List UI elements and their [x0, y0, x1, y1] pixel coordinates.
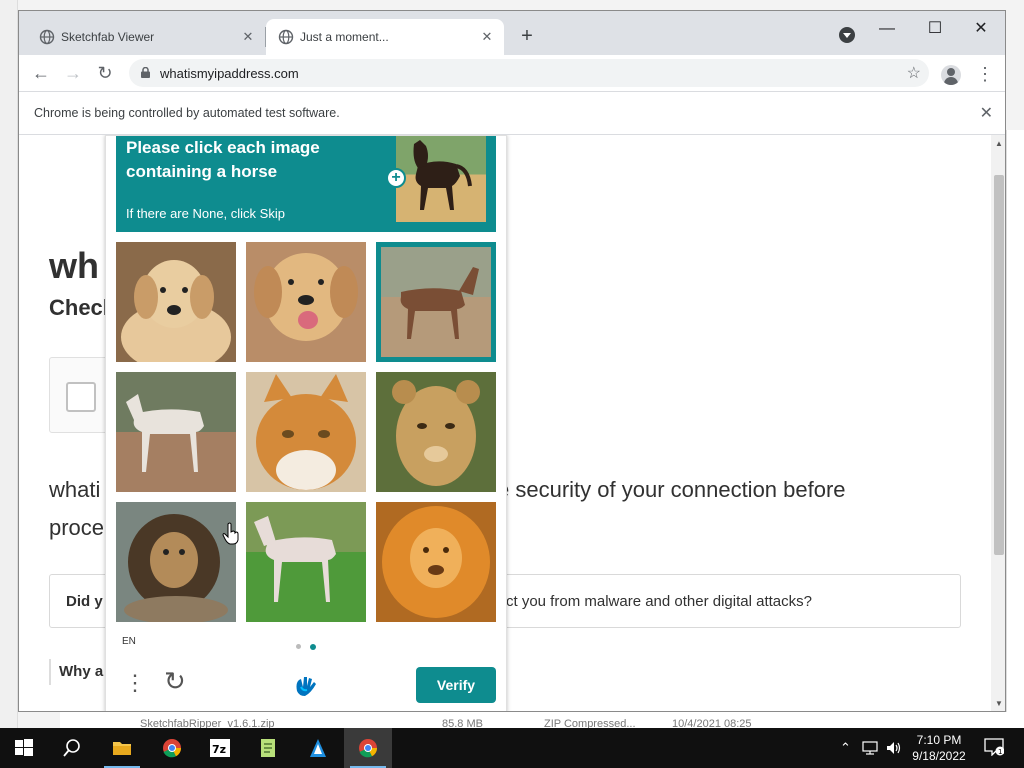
- profile-avatar-icon[interactable]: [941, 65, 961, 85]
- page-indicator: [296, 644, 316, 650]
- notepad-icon: [261, 739, 275, 757]
- url-text: whatismyipaddress.com: [160, 66, 299, 81]
- start-button[interactable]: [0, 728, 48, 768]
- globe-icon: [39, 29, 55, 45]
- close-window-button[interactable]: ✕: [961, 15, 1001, 43]
- infobar-text: Chrome is being controlled by automated …: [34, 106, 340, 120]
- chrome-taskbar-button[interactable]: [148, 728, 196, 768]
- tab-close-icon[interactable]: ✕: [478, 28, 496, 46]
- search-button[interactable]: [48, 728, 96, 768]
- why-section-heading: Why a: [49, 659, 103, 685]
- notification-count: 1: [998, 748, 1002, 756]
- tab-just-a-moment[interactable]: Just a moment... ✕: [266, 19, 504, 55]
- clock-time: 7:10 PM: [916, 733, 962, 747]
- chrome-active-button[interactable]: [344, 728, 392, 768]
- captcha-tile-7[interactable]: [116, 502, 236, 622]
- captcha-prompt-header: Please click each image containing a hor…: [116, 136, 496, 232]
- scroll-down-arrow-icon[interactable]: ▼: [995, 699, 1003, 708]
- folder-icon: [113, 742, 131, 755]
- scroll-thumb[interactable]: [994, 175, 1004, 555]
- chevron-up-icon[interactable]: ⌃: [840, 740, 851, 756]
- page-heading: wh: [49, 245, 99, 286]
- forward-arrow-icon[interactable]: →: [61, 61, 85, 85]
- captcha-tile-3-selected[interactable]: [376, 242, 496, 362]
- taskbar-clock[interactable]: 7:10 PM 9/18/2022: [906, 732, 972, 764]
- search-icon: [63, 739, 80, 757]
- globe-icon: [278, 29, 294, 45]
- tab-title: Sketchfab Viewer: [61, 30, 155, 44]
- volume-icon[interactable]: [886, 741, 902, 755]
- windows-taskbar: 7z ⌃ 7:10 PM 9/18/2022 1: [0, 728, 1024, 768]
- captcha-hint: If there are None, click Skip: [126, 206, 285, 221]
- captcha-tile-6[interactable]: [376, 372, 496, 492]
- info-card-title: Did y: [66, 593, 103, 610]
- reload-icon[interactable]: ↻: [93, 61, 117, 85]
- language-selector[interactable]: EN: [122, 636, 136, 647]
- captcha-tile-4[interactable]: [116, 372, 236, 492]
- page-paragraph-start: whati: [49, 477, 101, 502]
- windows-logo-icon: [15, 739, 33, 756]
- captcha-tile-9[interactable]: [376, 502, 496, 622]
- page-scrollbar[interactable]: ▲ ▼: [991, 135, 1005, 711]
- file-explorer-button[interactable]: [98, 728, 146, 768]
- tab-search-icon[interactable]: [839, 27, 855, 43]
- tab-title: Just a moment...: [300, 30, 389, 44]
- hand-cursor-icon: [222, 522, 239, 545]
- page-dot-active: [310, 644, 316, 650]
- browser-window: Sketchfab Viewer ✕ Just a moment... ✕ + …: [18, 10, 1006, 712]
- human-checkbox[interactable]: [66, 382, 96, 412]
- notification-center-icon[interactable]: 1: [984, 738, 1004, 756]
- page-dot: [296, 644, 301, 649]
- background-window-edge-right: [1006, 130, 1024, 730]
- captcha-prompt: Please click each image containing a hor…: [126, 138, 320, 181]
- captcha-challenge: Please click each image containing a hor…: [105, 135, 507, 711]
- 7zip-button[interactable]: 7z: [196, 728, 244, 768]
- lock-icon: [141, 67, 150, 78]
- page-content: wh Check whati e security of your connec…: [19, 135, 991, 711]
- address-bar[interactable]: whatismyipaddress.com ☆: [129, 59, 929, 87]
- captcha-tile-2[interactable]: [246, 242, 366, 362]
- tab-sketchfab-viewer[interactable]: Sketchfab Viewer ✕: [27, 19, 266, 55]
- tab-strip: Sketchfab Viewer ✕ Just a moment... ✕ + …: [19, 11, 1005, 55]
- page-paragraph-end: e security of your connection before: [497, 477, 846, 502]
- maximize-button[interactable]: ☐: [915, 15, 955, 43]
- clock-date: 9/18/2022: [912, 749, 966, 763]
- 7zip-icon: 7z: [210, 739, 230, 757]
- kebab-menu-icon[interactable]: ⋮: [975, 63, 995, 85]
- page-paragraph-line2: proce: [49, 515, 105, 540]
- expand-example-icon[interactable]: +: [386, 168, 406, 188]
- notepad-button[interactable]: [244, 728, 292, 768]
- infobar-close-icon[interactable]: ✕: [980, 103, 993, 123]
- blue-app-icon: [310, 739, 326, 757]
- captcha-tile-5[interactable]: [246, 372, 366, 492]
- captcha-tile-1[interactable]: [116, 242, 236, 362]
- verify-button[interactable]: Verify: [416, 667, 496, 703]
- example-horse-image[interactable]: [396, 136, 486, 222]
- refresh-challenge-icon[interactable]: ↻: [164, 666, 186, 697]
- svg-text:7z: 7z: [212, 743, 226, 756]
- minimize-button[interactable]: —: [867, 15, 907, 43]
- browser-toolbar: ← → ↻ whatismyipaddress.com ☆ ⋮: [19, 55, 1005, 91]
- scroll-up-arrow-icon[interactable]: ▲: [995, 139, 1003, 148]
- info-card-text: ct you from malware and other digital at…: [506, 593, 812, 610]
- back-arrow-icon[interactable]: ←: [29, 61, 53, 85]
- chrome-icon: [359, 739, 378, 758]
- hcaptcha-logo-icon: [289, 669, 321, 701]
- bookmark-star-icon[interactable]: ☆: [907, 63, 921, 83]
- new-tab-button[interactable]: +: [515, 25, 539, 49]
- tab-close-icon[interactable]: ✕: [239, 28, 257, 46]
- chrome-icon: [163, 739, 182, 758]
- network-icon[interactable]: [862, 741, 878, 755]
- app-button[interactable]: [294, 728, 342, 768]
- more-options-icon[interactable]: ⋮: [124, 670, 146, 696]
- captcha-tile-8[interactable]: [246, 502, 366, 622]
- automation-infobar: Chrome is being controlled by automated …: [19, 91, 1005, 135]
- background-window-edge: [0, 0, 18, 728]
- background-file-row: SketchfabRipper_v1.6.1.zip 85.8 MB ZIP C…: [60, 712, 1024, 730]
